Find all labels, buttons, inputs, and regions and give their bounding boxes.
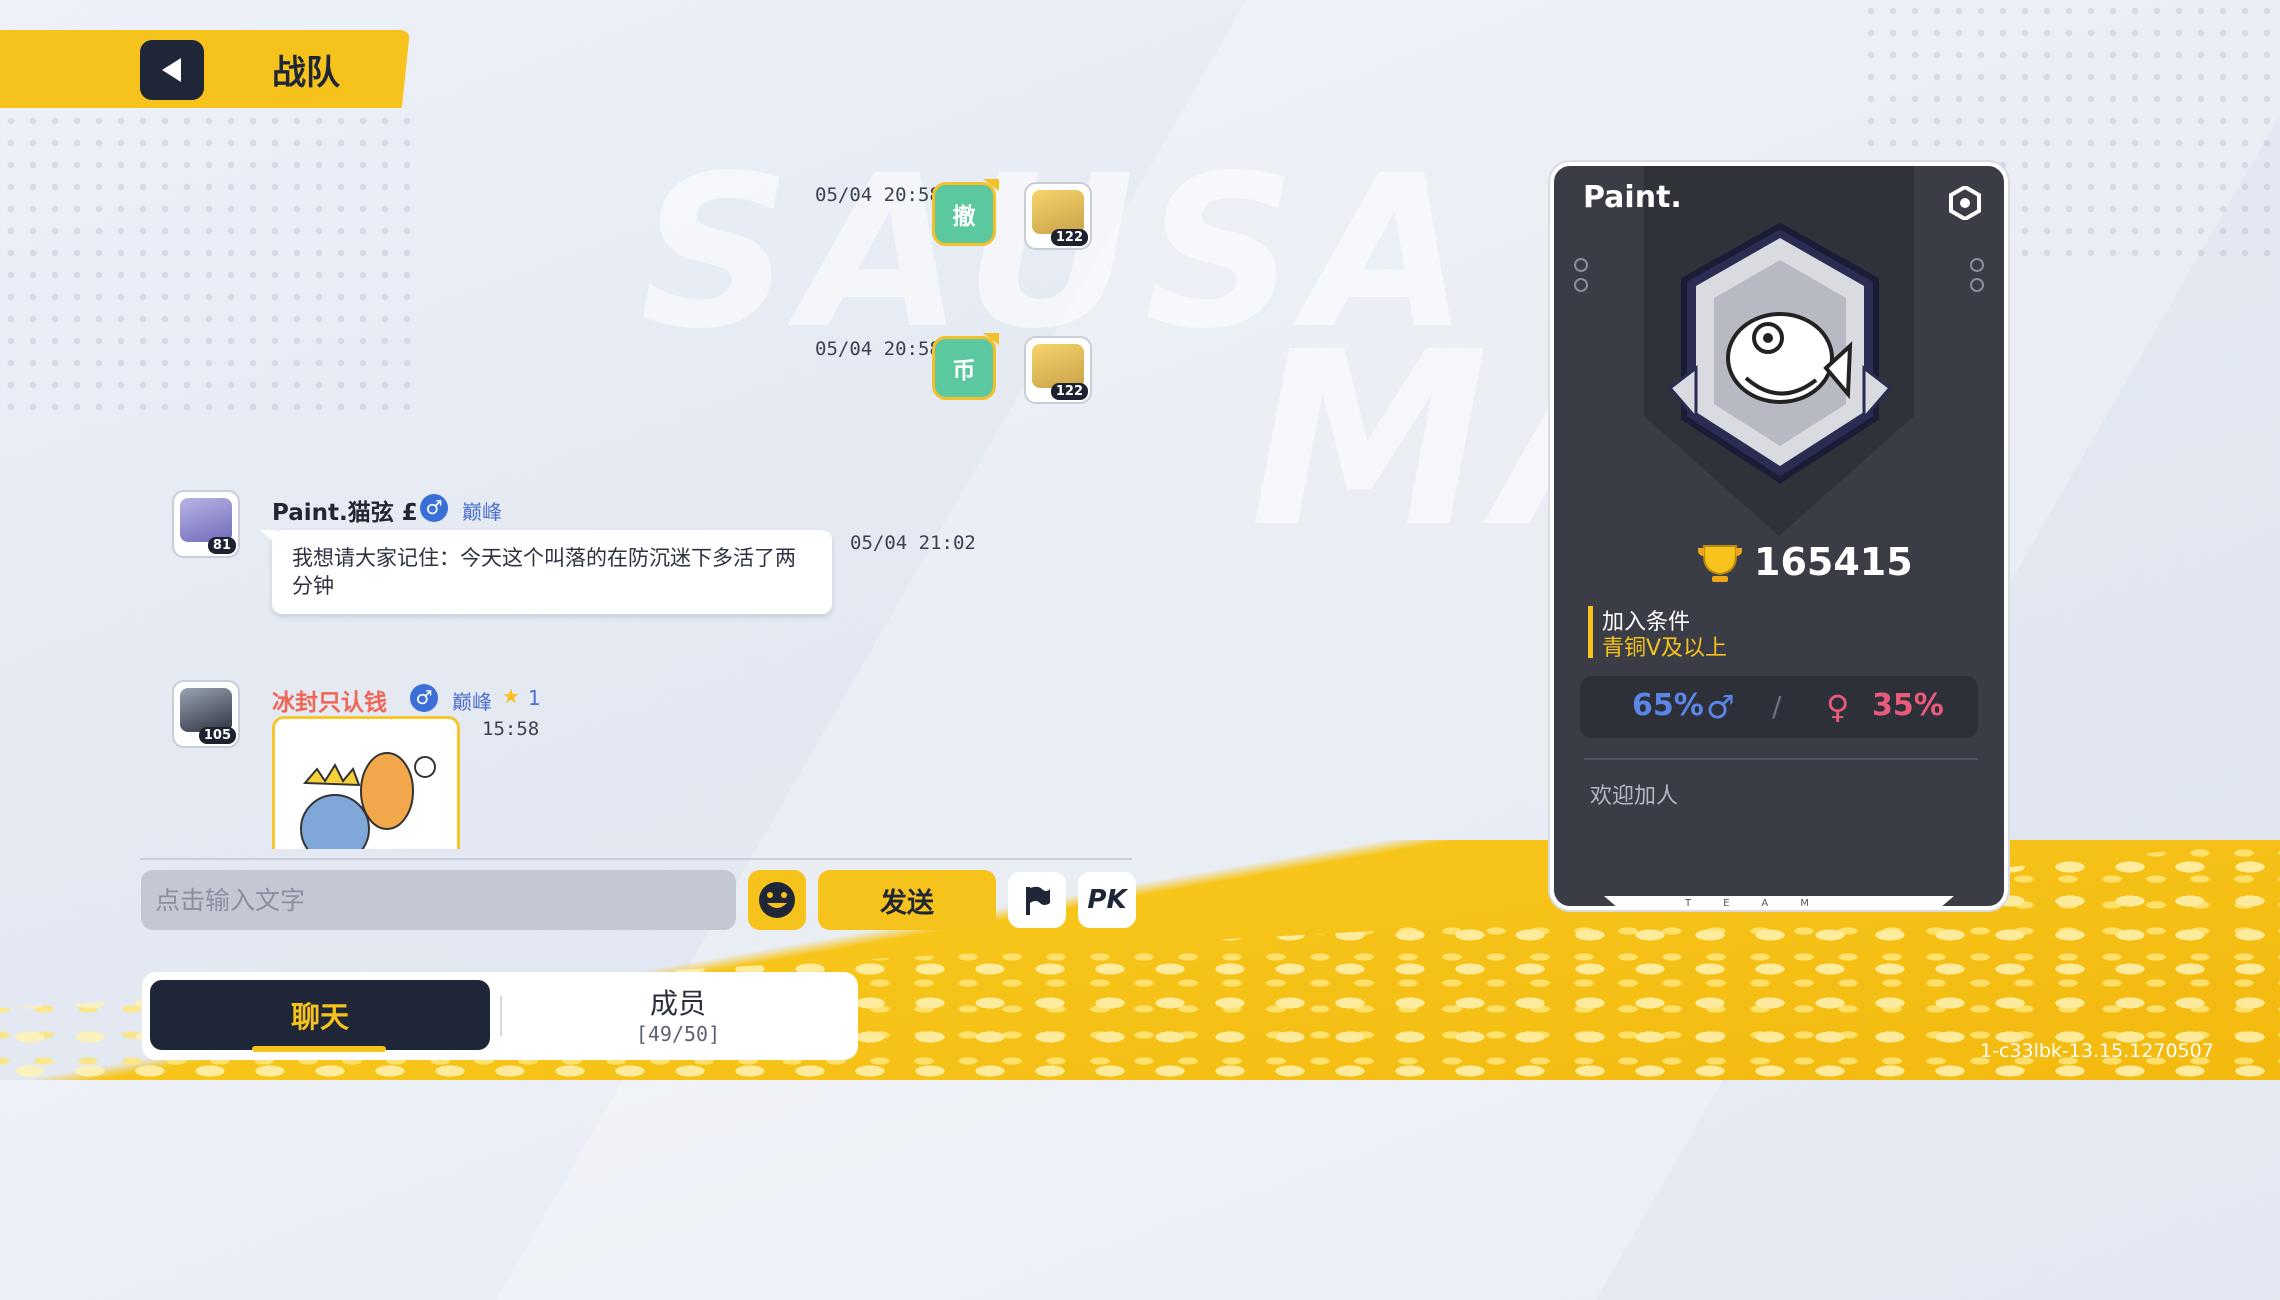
tab-active-indicator [252, 1046, 386, 1052]
avatar-image [180, 688, 232, 732]
gear-icon [1949, 184, 1981, 222]
star-icon: ★ [502, 684, 520, 708]
card-decoration [1970, 258, 1984, 298]
message-time: 15:58 [482, 718, 540, 740]
sender-name: Paint.猫弦 £ [272, 500, 418, 526]
join-condition-value: 青铜V及以上 [1602, 636, 1728, 661]
card-decoration [1574, 258, 1588, 298]
back-button[interactable] [140, 40, 204, 100]
avatar[interactable]: 81 [172, 490, 240, 558]
trophy-icon [1698, 545, 1742, 582]
tab-members[interactable]: 成员 [49/50] [512, 982, 844, 1048]
tab-chat[interactable]: 聊天 [150, 980, 490, 1052]
team-declaration: 欢迎加人 [1590, 784, 1679, 809]
rank-label: 巅峰 [462, 500, 502, 524]
card-divider [1584, 758, 1978, 760]
ratio-separator: / [1772, 690, 1782, 723]
message-time: 05/04 20:58 [815, 184, 941, 206]
avatar-level: 122 [1050, 383, 1088, 400]
male-gender-icon: ♂ [420, 494, 448, 522]
female-ratio: 35% [1872, 688, 1944, 723]
join-condition-marker [1588, 606, 1593, 658]
rank-label: 巅峰 [452, 690, 492, 714]
header-bar [0, 30, 410, 108]
sticker-image [272, 716, 460, 849]
background-dots [0, 110, 420, 410]
settings-button[interactable] [1948, 184, 1982, 222]
male-ratio: 65% [1632, 688, 1704, 723]
chat-divider [140, 858, 1132, 860]
flag-button[interactable] [1008, 872, 1066, 928]
back-arrow-icon [162, 58, 181, 82]
version-label: 1-c33lbk-13.15.1270507 [1980, 1040, 2214, 1062]
team-score-row: 165415 [1696, 538, 1913, 586]
team-score: 165415 [1754, 540, 1913, 584]
star-count: 1 [528, 686, 541, 710]
quick-chat-bubble: 撤 [932, 179, 999, 246]
send-button[interactable]: 发送 [818, 870, 996, 930]
message-time: 05/04 20:58 [815, 338, 941, 360]
male-icon: ♂ [1706, 688, 1735, 726]
emoji-face-icon [759, 882, 795, 918]
avatar-image [180, 498, 232, 542]
avatar-level: 105 [198, 727, 236, 744]
members-count: [49/50] [635, 1022, 721, 1046]
avatar[interactable]: 122 [1024, 336, 1092, 404]
pk-button[interactable]: PK [1078, 872, 1136, 928]
sender-name: 冰封只认钱 [272, 690, 387, 716]
male-gender-icon: ♂ [410, 684, 438, 712]
avatar-level: 81 [207, 537, 236, 554]
female-icon: ♀ [1826, 688, 1850, 726]
card-footer-text: TEAM [1685, 898, 1841, 909]
quick-chat-bubble: 币 [932, 333, 999, 400]
tab-members-label: 成员 [649, 987, 706, 1020]
avatar-image [1032, 344, 1084, 388]
page-title: 战队 [272, 53, 340, 93]
team-emblem-icon [1667, 222, 1893, 484]
chat-input[interactable] [141, 870, 736, 930]
tab-chat-label: 聊天 [290, 1000, 349, 1034]
message-time: 05/04 21:02 [850, 532, 976, 554]
avatar-level: 122 [1050, 229, 1088, 246]
avatar-image [1032, 190, 1084, 234]
avatar[interactable]: 105 [172, 680, 240, 748]
emoji-button[interactable] [748, 870, 806, 930]
tab-divider [500, 996, 502, 1036]
team-name: Paint. [1583, 180, 1682, 215]
avatar[interactable]: 122 [1024, 182, 1092, 250]
flag-icon [1026, 886, 1050, 915]
chat-message-bubble: 我想请大家记住：今天这个叫落的在防沉迷下多活了两分钟 [260, 530, 832, 614]
